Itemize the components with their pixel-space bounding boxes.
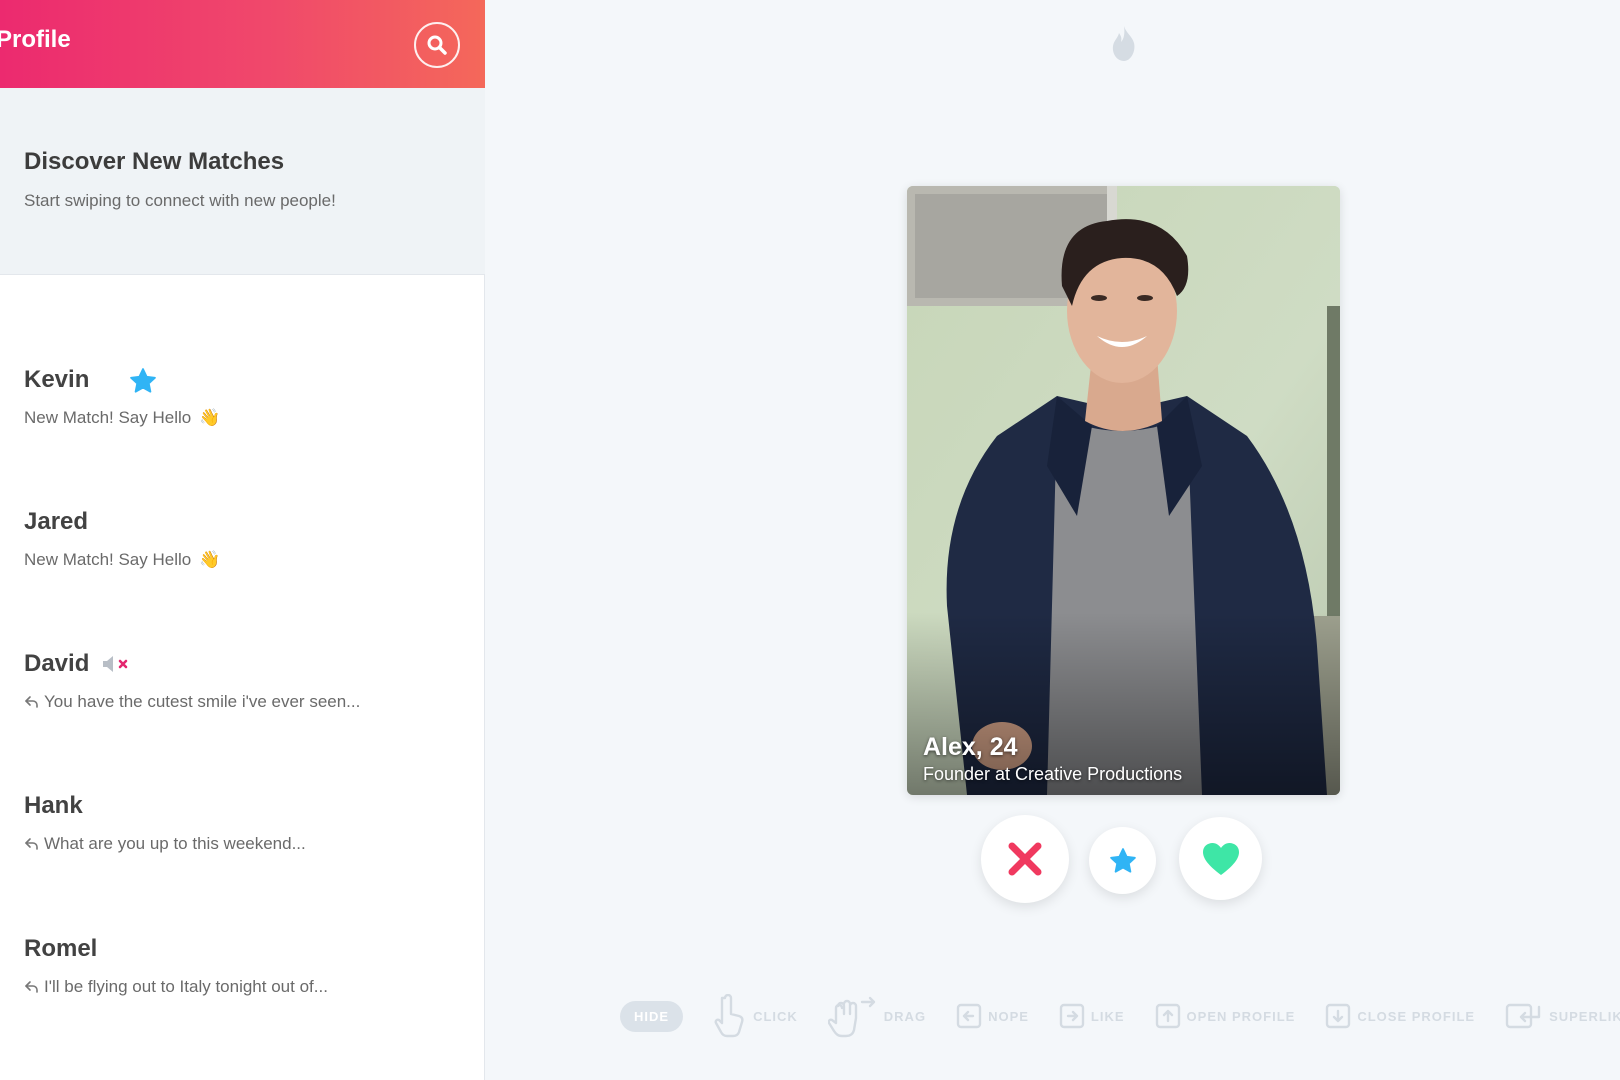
profile-card-info: Alex, 24 Founder at Creative Productions — [923, 733, 1182, 785]
profile-link[interactable]: Profile — [0, 26, 71, 54]
reply-arrow-icon — [25, 981, 38, 993]
match-message: New Match! Say Hello 👋 — [24, 408, 220, 428]
hint-nope-label: NOPE — [988, 1008, 1029, 1024]
hint-nope: NOPE — [956, 1003, 1029, 1029]
nope-button[interactable] — [981, 815, 1069, 903]
hint-close-profile-label: CLOSE PROFILE — [1357, 1008, 1476, 1024]
match-name: Kevin — [24, 366, 90, 393]
heart-icon — [1202, 842, 1239, 875]
hint-click-label: CLICK — [753, 1008, 798, 1024]
pointer-hand-icon — [714, 994, 744, 1038]
match-name: Jared — [24, 508, 89, 535]
match-item-david[interactable]: David You have the cutest smile i've eve… — [0, 650, 485, 770]
profile-photo — [907, 186, 1340, 795]
match-item-hank[interactable]: Hank What are you up to this weekend... — [0, 792, 485, 912]
profile-card[interactable]: Alex, 24 Founder at Creative Productions — [907, 186, 1340, 795]
muted-icon — [103, 656, 128, 672]
keyboard-hints-bar: HIDE CLICK DRAG NOPE LIKE OPEN PROFILE C… — [620, 994, 1620, 1038]
match-item-jared[interactable]: Jared New Match! Say Hello 👋 — [0, 508, 485, 628]
match-message: What are you up to this weekend... — [24, 834, 306, 854]
search-button[interactable] — [414, 22, 460, 68]
match-message-text: New Match! Say Hello — [24, 550, 192, 569]
wave-emoji-icon: 👋 — [199, 408, 221, 427]
hint-open-profile-label: OPEN PROFILE — [1186, 1008, 1296, 1024]
hint-superlike-label: SUPERLIKE — [1549, 1008, 1620, 1024]
wave-emoji-icon: 👋 — [199, 550, 221, 569]
match-message: You have the cutest smile i've ever seen… — [24, 692, 360, 712]
hint-like-label: LIKE — [1090, 1008, 1125, 1024]
profile-name-age: Alex, 24 — [923, 733, 1018, 761]
sidebar-header: Profile — [0, 0, 485, 88]
star-icon — [1109, 847, 1136, 873]
match-item-romel[interactable]: Romel I'll be flying out to Italy tonigh… — [0, 935, 485, 1055]
hint-superlike: SUPERLIKE — [1505, 1003, 1620, 1029]
hint-like: LIKE — [1059, 1003, 1125, 1029]
match-name: Hank — [24, 792, 83, 819]
down-arrow-key-icon — [1326, 1003, 1351, 1029]
hint-drag-label: DRAG — [883, 1008, 927, 1024]
enter-key-icon — [1505, 1003, 1541, 1029]
match-message: New Match! Say Hello 👋 — [24, 550, 220, 570]
match-message: I'll be flying out to Italy tonight out … — [24, 977, 328, 997]
match-item-kevin[interactable]: Kevin New Match! Say Hello 👋 — [0, 366, 485, 486]
match-message-text: New Match! Say Hello — [24, 408, 192, 427]
hide-hints-button[interactable]: HIDE — [620, 1000, 684, 1032]
left-arrow-key-icon — [956, 1003, 982, 1029]
superlike-button[interactable] — [1089, 827, 1156, 894]
right-arrow-key-icon — [1059, 1003, 1085, 1029]
discover-subtitle: Start swiping to connect with new people… — [24, 191, 336, 210]
discover-new-matches[interactable]: Discover New Matches Start swiping to co… — [0, 88, 485, 275]
match-name-row: David — [24, 650, 133, 678]
reply-arrow-icon — [25, 838, 38, 850]
like-button[interactable] — [1179, 817, 1262, 900]
match-name: David — [24, 650, 90, 677]
hint-close-profile: CLOSE PROFILE — [1325, 1003, 1475, 1029]
reply-arrow-icon — [25, 696, 38, 708]
match-name: Romel — [24, 935, 98, 962]
hint-drag: DRAG — [827, 994, 927, 1038]
hint-click: CLICK — [713, 994, 798, 1038]
search-icon — [427, 35, 447, 55]
match-message-text: I'll be flying out to Italy tonight out … — [44, 977, 328, 996]
flame-logo-icon — [1112, 26, 1135, 61]
hint-open-profile: OPEN PROFILE — [1155, 1003, 1296, 1029]
x-icon — [1008, 842, 1042, 876]
discover-title: Discover New Matches — [24, 148, 285, 175]
match-message-text: You have the cutest smile i've ever seen… — [44, 692, 361, 711]
match-message-text: What are you up to this weekend... — [44, 834, 306, 853]
up-arrow-key-icon — [1155, 1003, 1180, 1029]
super-like-star-icon — [130, 368, 156, 393]
drag-hand-icon — [827, 996, 875, 1038]
sidebar: Profile Discover New Matches Start swipi… — [0, 0, 485, 1080]
profile-job: Founder at Creative Productions — [923, 764, 1183, 784]
